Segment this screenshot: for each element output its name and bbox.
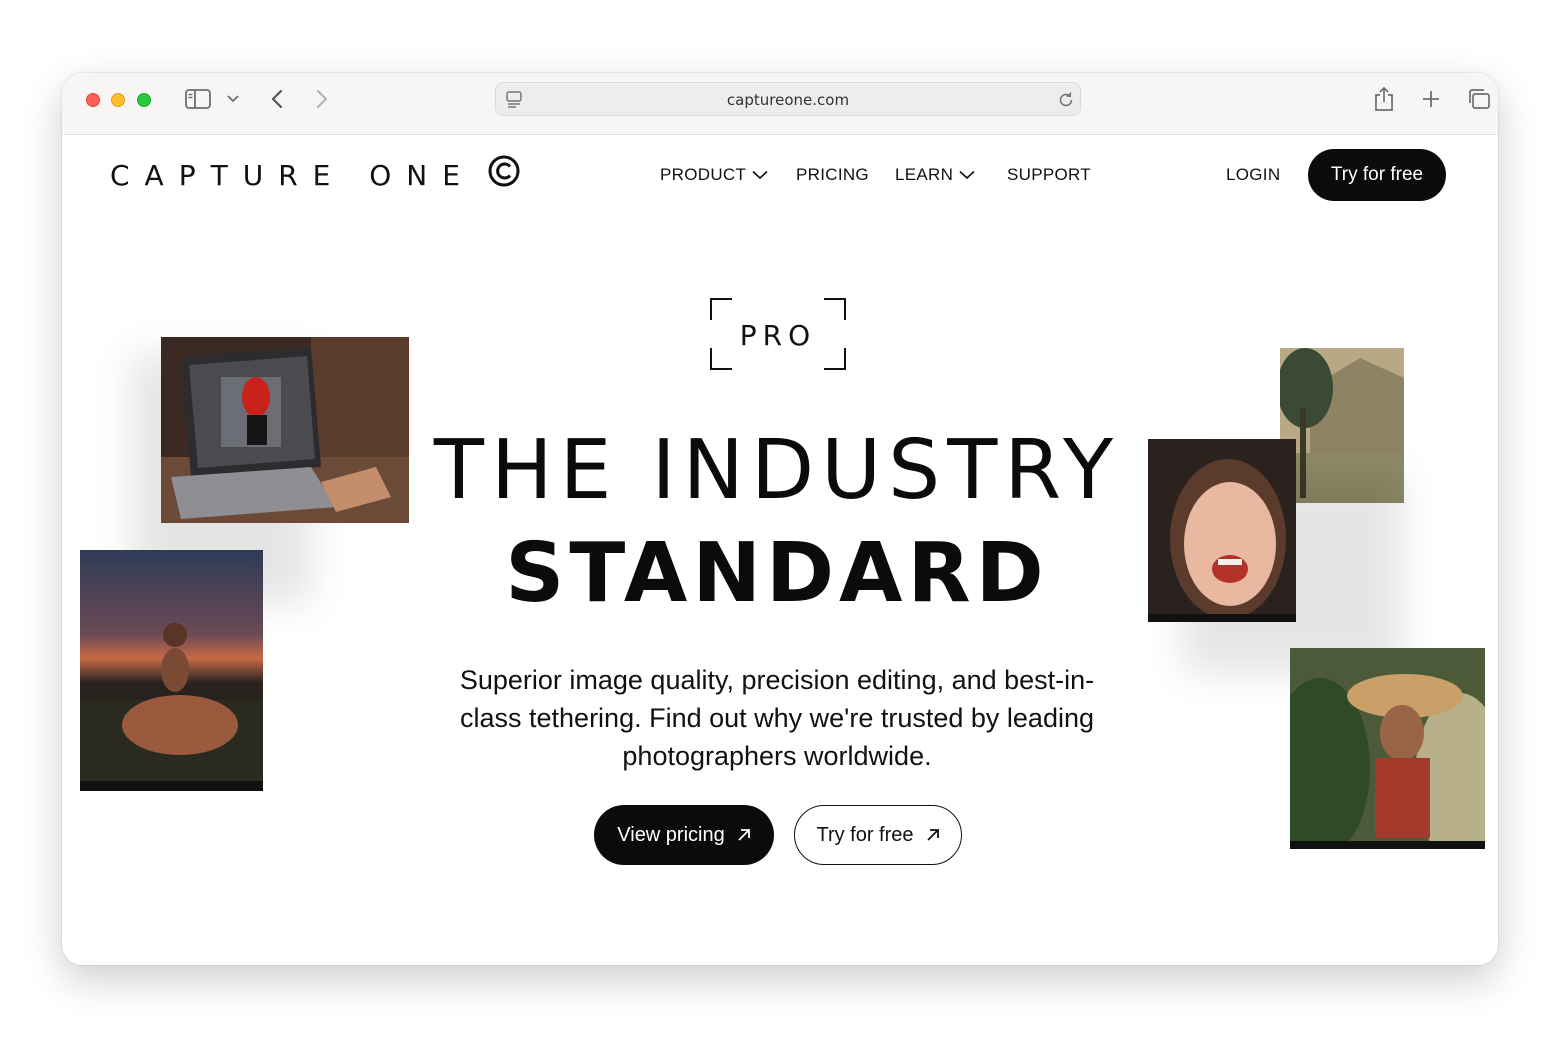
laptop-editing-photo: [161, 337, 409, 523]
nav-pricing-label: PRICING: [796, 165, 869, 184]
try-for-free-hero-label: Try for free: [816, 823, 914, 846]
address-bar[interactable]: captureone.com: [495, 82, 1081, 116]
nav-product[interactable]: PRODUCT: [660, 165, 768, 185]
pro-badge: PRO: [710, 298, 846, 370]
sidebar-icon[interactable]: [184, 88, 212, 110]
hero-subtitle: Superior image quality, precision editin…: [459, 665, 1095, 771]
arrow-up-right-icon: [926, 829, 939, 841]
man-straw-hat-photo: [1290, 648, 1485, 849]
chevron-down-icon: [752, 170, 768, 180]
site-logo-text[interactable]: CAPTURE ONE: [110, 159, 475, 192]
pro-badge-label: PRO: [739, 319, 817, 352]
browser-toolbar: captureone.com: [62, 73, 1498, 135]
login-label: LOGIN: [1226, 165, 1281, 184]
forward-icon[interactable]: [312, 87, 332, 111]
view-pricing-label: View pricing: [617, 823, 725, 846]
new-tab-icon[interactable]: [1420, 88, 1442, 110]
nav-learn[interactable]: LEARN: [895, 165, 975, 185]
chevron-down-icon: [959, 170, 975, 180]
url-text[interactable]: captureone.com: [496, 91, 1080, 109]
view-pricing-button[interactable]: View pricing: [594, 805, 774, 865]
nav-product-label: PRODUCT: [660, 165, 747, 184]
laughing-woman-portrait-photo: [1148, 439, 1296, 622]
hero-headline-line2: STANDARD: [505, 526, 1049, 621]
reload-icon[interactable]: [1056, 90, 1076, 110]
arrow-up-right-icon: [738, 829, 750, 841]
tabs-overview-icon[interactable]: [1466, 87, 1492, 111]
minimize-window-button[interactable]: [111, 93, 125, 107]
capture-one-logo-icon[interactable]: [488, 155, 520, 192]
back-icon[interactable]: [267, 87, 287, 111]
login-link[interactable]: LOGIN: [1226, 165, 1280, 185]
try-for-free-hero-button[interactable]: Try for free: [794, 805, 962, 865]
share-icon[interactable]: [1372, 85, 1396, 113]
close-window-button[interactable]: [86, 93, 100, 107]
woman-sunset-photo: [80, 550, 263, 791]
nav-learn-label: LEARN: [895, 165, 954, 184]
nav-pricing[interactable]: PRICING: [796, 165, 869, 185]
nav-support[interactable]: SUPPORT: [1007, 165, 1091, 185]
chevron-down-icon[interactable]: [226, 93, 240, 105]
hero-headline-line1: THE INDUSTRY: [433, 423, 1121, 518]
zoom-window-button[interactable]: [137, 93, 151, 107]
browser-window: captureone.com CAPTURE ONE PRODUCT PRICI…: [62, 73, 1498, 965]
try-for-free-nav-button[interactable]: Try for free: [1308, 149, 1446, 201]
nav-support-label: SUPPORT: [1007, 165, 1091, 184]
